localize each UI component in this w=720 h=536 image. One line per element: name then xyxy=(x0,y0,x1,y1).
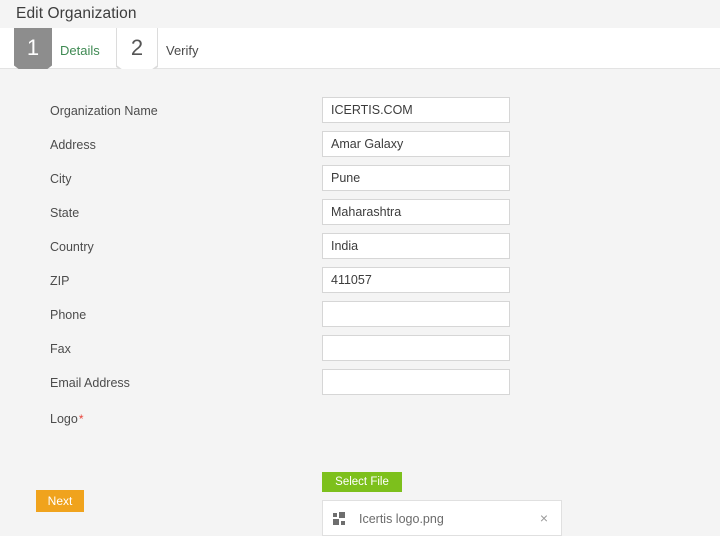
label-organization-name: Organization Name xyxy=(50,104,158,118)
field-row-email-address: Email Address xyxy=(0,369,720,403)
input-city[interactable] xyxy=(322,165,510,191)
label-logo-text: Logo xyxy=(50,412,78,426)
label-logo: Logo* xyxy=(50,412,83,426)
page-title: Edit Organization xyxy=(16,5,137,23)
field-row-state: State xyxy=(0,199,720,233)
field-row-organization-name: Organization Name xyxy=(0,97,720,131)
label-country: Country xyxy=(50,240,94,254)
input-organization-name[interactable] xyxy=(322,97,510,123)
field-row-zip: ZIP xyxy=(0,267,720,301)
field-row-logo: Logo* Select File Icertis logo.png × xyxy=(0,405,720,505)
field-row-address: Address xyxy=(0,131,720,165)
select-file-button[interactable]: Select File xyxy=(322,472,402,492)
required-asterisk: * xyxy=(78,412,84,426)
label-city: City xyxy=(50,172,72,186)
label-zip: ZIP xyxy=(50,274,69,288)
step-2-label: Verify xyxy=(166,43,199,58)
file-thumbnail-icon xyxy=(333,512,347,526)
field-row-phone: Phone xyxy=(0,301,720,335)
label-address: Address xyxy=(50,138,96,152)
input-phone[interactable] xyxy=(322,301,510,327)
label-fax: Fax xyxy=(50,342,71,356)
label-phone: Phone xyxy=(50,308,86,322)
field-row-fax: Fax xyxy=(0,335,720,369)
remove-file-icon[interactable]: × xyxy=(536,510,552,526)
step-2-number: 2 xyxy=(131,28,143,59)
input-country[interactable] xyxy=(322,233,510,259)
label-email-address: Email Address xyxy=(50,376,130,390)
input-email-address[interactable] xyxy=(322,369,510,395)
field-row-city: City xyxy=(0,165,720,199)
input-address[interactable] xyxy=(322,131,510,157)
step-1-number: 1 xyxy=(27,28,39,59)
input-state[interactable] xyxy=(322,199,510,225)
step-1-label: Details xyxy=(60,43,100,58)
label-state: State xyxy=(50,206,79,220)
input-fax[interactable] xyxy=(322,335,510,361)
field-row-country: Country xyxy=(0,233,720,267)
next-button[interactable]: Next xyxy=(36,490,84,512)
input-zip[interactable] xyxy=(322,267,510,293)
edit-organization-form: Organization Name Address City State Cou… xyxy=(0,69,720,522)
uploaded-file-name: Icertis logo.png xyxy=(359,512,444,526)
uploaded-file-item[interactable]: Icertis logo.png × xyxy=(322,500,562,536)
